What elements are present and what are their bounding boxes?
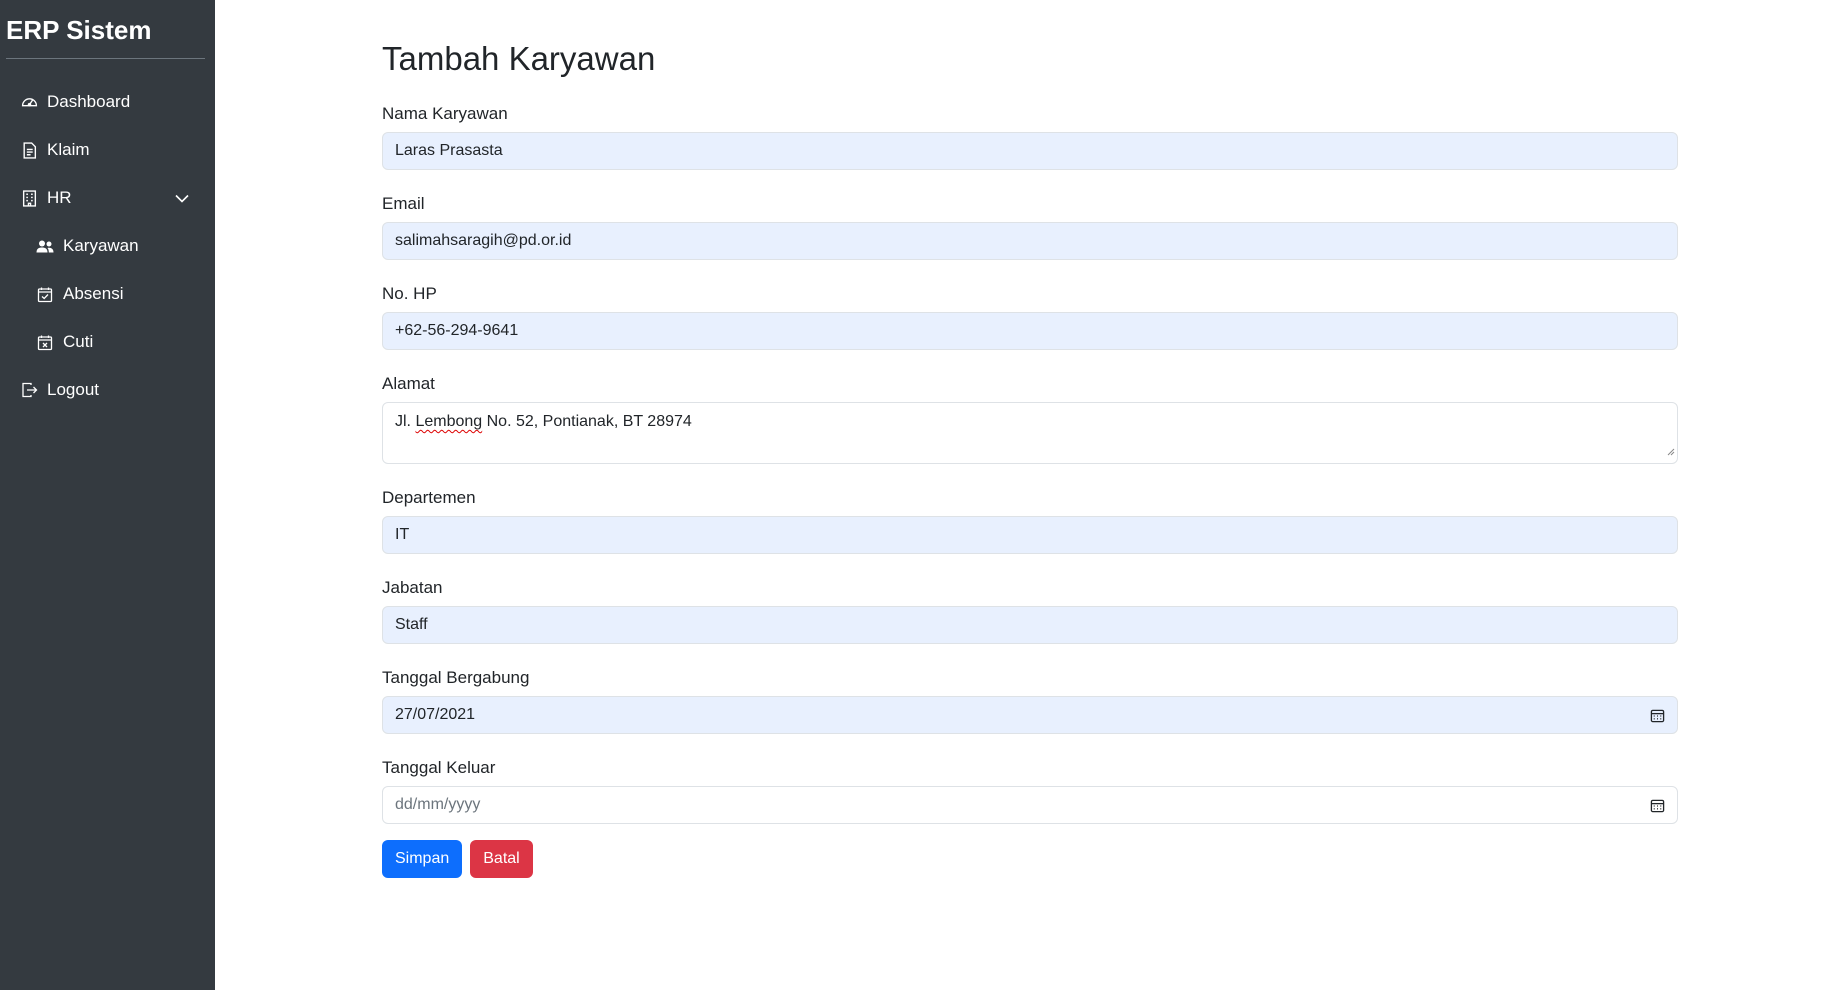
resize-handle-icon[interactable] [1667,443,1675,461]
sidebar-item-klaim[interactable]: Klaim [0,126,215,174]
sidebar-item-label: Absensi [63,284,124,303]
sidebar-item-dashboard[interactable]: Dashboard [0,78,215,126]
nama-label: Nama Karyawan [382,104,508,123]
tgl-keluar-input[interactable]: dd/mm/yyyy [382,786,1678,824]
field-nama: Nama Karyawan Laras Prasasta [382,104,1678,170]
alamat-label: Alamat [382,374,435,393]
field-departemen: Departemen IT [382,488,1678,554]
field-tgl-keluar: Tanggal Keluar dd/mm/yyyy [382,758,1678,824]
field-jabatan: Jabatan Staff [382,578,1678,644]
tgl-gabung-value: 27/07/2021 [395,706,476,723]
document-icon [20,141,38,159]
field-tgl-gabung: Tanggal Bergabung 27/07/2021 [382,668,1678,734]
sidebar-item-logout[interactable]: Logout [0,366,215,414]
sidebar: ERP Sistem Dashboard Klaim HR Karyawan A… [0,0,215,990]
sidebar-item-cuti[interactable]: Cuti [0,318,215,366]
employee-form: Nama Karyawan Laras Prasasta Email salim… [382,104,1678,878]
alamat-value: Jl. Lembong No. 52, Pontianak, BT 28974 [395,413,692,431]
field-email: Email salimahsaragih@pd.or.id [382,194,1678,260]
sidebar-item-label: Karyawan [63,236,139,255]
email-input[interactable]: salimahsaragih@pd.or.id [382,222,1678,260]
form-actions: Simpan Batal [382,840,1678,878]
chevron-down-icon[interactable] [175,194,189,203]
calendar-x-icon [36,333,54,351]
nama-input[interactable]: Laras Prasasta [382,132,1678,170]
logout-icon [20,381,38,399]
sidebar-item-hr[interactable]: HR [0,174,215,222]
sidebar-item-label: Klaim [47,140,90,159]
field-hp: No. HP +62-56-294-9641 [382,284,1678,350]
jabatan-input[interactable]: Staff [382,606,1678,644]
calendar-icon[interactable] [1650,798,1665,813]
page-title: Tambah Karyawan [382,40,656,77]
speedometer-icon [20,93,38,111]
sidebar-item-label: Dashboard [47,92,131,111]
tgl-gabung-input[interactable]: 27/07/2021 [382,696,1678,734]
email-value: salimahsaragih@pd.or.id [395,232,572,249]
tgl-keluar-placeholder: dd/mm/yyyy [395,796,481,813]
sidebar-item-label: HR [47,188,72,207]
tgl-gabung-label: Tanggal Bergabung [382,668,530,687]
sidebar-item-absensi[interactable]: Absensi [0,270,215,318]
calendar-icon[interactable] [1650,708,1665,723]
building-icon [20,189,38,207]
calendar-check-icon [36,285,54,303]
hp-value: +62-56-294-9641 [395,322,519,339]
sidebar-item-label: Cuti [63,332,94,351]
sidebar-nav: Dashboard Klaim HR Karyawan Absensi Cuti… [0,59,215,414]
departemen-label: Departemen [382,488,476,507]
people-icon [36,237,54,255]
hp-input[interactable]: +62-56-294-9641 [382,312,1678,350]
email-label: Email [382,194,425,213]
departemen-input[interactable]: IT [382,516,1678,554]
brand-title[interactable]: ERP Sistem [0,0,215,58]
save-button[interactable]: Simpan [382,840,463,878]
alamat-suffix: No. 52, Pontianak, BT 28974 [482,413,692,430]
alamat-prefix: Jl. [395,413,416,430]
jabatan-value: Staff [395,616,428,633]
jabatan-label: Jabatan [382,578,443,597]
cancel-button[interactable]: Batal [470,840,533,878]
nama-value: Laras Prasasta [395,142,503,159]
departemen-value: IT [395,526,410,543]
alamat-textarea[interactable]: Jl. Lembong No. 52, Pontianak, BT 28974 [382,402,1678,464]
tgl-keluar-label: Tanggal Keluar [382,758,496,777]
spellcheck-word: Lembong [415,413,483,430]
sidebar-item-karyawan[interactable]: Karyawan [0,222,215,270]
sidebar-item-label: Logout [47,380,99,399]
main-content: Tambah Karyawan Nama Karyawan Laras Pras… [382,0,1678,878]
hp-label: No. HP [382,284,437,303]
field-alamat: Alamat Jl. Lembong No. 52, Pontianak, BT… [382,374,1678,464]
